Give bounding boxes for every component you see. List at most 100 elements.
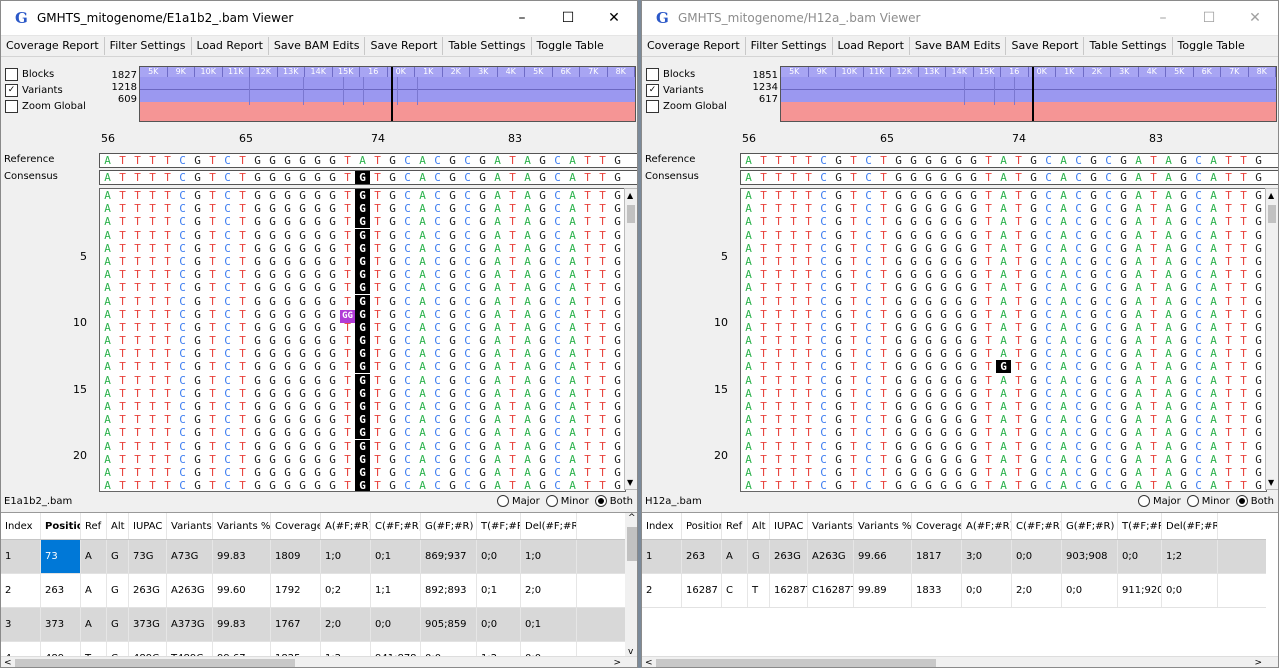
radio-both[interactable]: Both [594, 495, 633, 507]
radio-minor[interactable]: Minor [1186, 495, 1230, 507]
menu-save-report[interactable]: Save Report [365, 37, 444, 55]
scroll-thumb[interactable] [656, 659, 936, 667]
variants-checkbox[interactable]: ✓ Variants [5, 82, 95, 98]
scroll-thumb[interactable] [1268, 205, 1276, 223]
coverage-position-cursor[interactable] [391, 67, 394, 121]
table-cell[interactable]: 903;908 [1062, 540, 1118, 573]
title-bar[interactable]: G GMHTS_mitogenome/H12a_.bam Viewer – ☐ … [642, 1, 1278, 36]
table-cell[interactable]: 1 [642, 540, 682, 573]
table-row[interactable]: 4489TC489CT489C99.6718251;2941;8780;01;2… [1, 642, 625, 657]
table-cell[interactable]: A263G [808, 540, 854, 573]
column-header[interactable]: IUPAC [770, 513, 808, 539]
table-cell[interactable]: 0;0 [371, 608, 421, 641]
close-button[interactable]: ✕ [1232, 1, 1278, 35]
read-row[interactable]: ATTTTCGTCTGGGGGGTATGCACGCGATAGCATTG [741, 321, 1266, 334]
read-row[interactable]: ATTTTCGTCTGGGGGGTGTGCACGCGATAGCATTG [100, 360, 625, 374]
table-cell[interactable]: 905;859 [421, 608, 477, 641]
menu-save-bam-edits[interactable]: Save BAM Edits [269, 37, 366, 55]
table-cell[interactable]: 263G [770, 540, 808, 573]
column-header[interactable]: Variants % [854, 513, 912, 539]
menu-filter-settings[interactable]: Filter Settings [746, 37, 833, 55]
table-cell[interactable]: 0;0 [477, 608, 521, 641]
zoom-global-checkbox[interactable]: Zoom Global [646, 98, 736, 114]
column-header[interactable]: Position [682, 513, 722, 539]
menu-table-settings[interactable]: Table Settings [1084, 37, 1173, 55]
coverage-position-cursor[interactable] [1032, 67, 1035, 121]
column-header[interactable]: T(#F;#R) [477, 513, 521, 539]
table-horizontal-scrollbar[interactable]: < > [1, 656, 637, 667]
read-row[interactable]: ATTTTCGTCTGGGGGGTATGCACGCGATAGCATTG [741, 400, 1266, 413]
read-row[interactable]: ATTTTCGTCTGGGGGGTATGCACGCGATAGCATTG [741, 374, 1266, 387]
table-cell[interactable]: A [81, 540, 107, 573]
table-cell[interactable]: 73 [41, 540, 81, 573]
read-row[interactable]: ATTTTCGTCTGGGGGGTATGCACGCGATAGCATTG [741, 268, 1266, 281]
table-cell[interactable]: 263 [682, 540, 722, 573]
read-row[interactable]: ATTTTCGTCTGGGGGGTGTGCACGCGATAGCATTG [100, 241, 625, 255]
table-cell[interactable]: 1767 [271, 608, 321, 641]
read-row[interactable]: ATTTTCGTCTGGGGGGTATGCACGCGATAGCATTG [741, 242, 1266, 255]
scroll-thumb[interactable] [15, 659, 295, 667]
menu-coverage-report[interactable]: Coverage Report [642, 37, 746, 55]
read-row[interactable]: ATTTTCGTCTGGGGGGTGTGCACGCGATAGCATTG [100, 189, 625, 202]
table-cell[interactable]: 3;0 [962, 540, 1012, 573]
read-row[interactable]: ATTTTCGTCTGGGGGGTGTGCACGCGATAGCATTG [100, 228, 625, 242]
table-cell[interactable]: A [81, 574, 107, 607]
table-cell[interactable]: 373 [41, 608, 81, 641]
read-row[interactable]: ATTTTCGTCTGGGGGGTGTGCACGCGATAGCATTG [100, 268, 625, 282]
close-button[interactable]: ✕ [591, 1, 637, 35]
column-header[interactable]: Alt [107, 513, 129, 539]
table-cell[interactable]: 1;2 [1162, 540, 1218, 573]
table-cell[interactable]: T [81, 642, 107, 657]
read-alignment-panel[interactable]: ATTTTCGTCTGGGGGGTGTGCACGCGATAGCATTGATTTT… [99, 188, 626, 492]
read-row[interactable]: ATTTTCGTCTGGGGGGTGTGCACGCGATAGCATTG [100, 215, 625, 229]
table-cell[interactable]: 1833 [912, 574, 962, 607]
radio-major[interactable]: Major [497, 495, 540, 507]
column-header[interactable]: Alt [748, 513, 770, 539]
table-cell[interactable]: 263 [41, 574, 81, 607]
table-cell[interactable]: 2 [642, 574, 682, 607]
table-cell[interactable]: 2;0 [1012, 574, 1062, 607]
table-cell[interactable]: 373G [129, 608, 167, 641]
table-cell[interactable]: 911;920 [1118, 574, 1162, 607]
read-row[interactable]: ATTTTCGTCTGGGGGGTATGCACGCGATAGCATTG [741, 413, 1266, 426]
column-header[interactable]: Del(#F;#R) [1162, 513, 1218, 539]
table-cell[interactable]: 1809 [271, 540, 321, 573]
checkbox-box[interactable] [646, 99, 659, 113]
coverage-graph[interactable]: 5K 9K 10K 11K 12K 13K 14K 15K 16 0K 1K 2K 3K 4K 5K 6K 7K… [139, 66, 636, 122]
read-row[interactable]: ATTTTCGTCTGGGGGGTATGCACGCGATAGCATTG [741, 229, 1266, 242]
menu-save-bam-edits[interactable]: Save BAM Edits [910, 37, 1007, 55]
table-cell[interactable]: 489C [129, 642, 167, 657]
read-row[interactable]: ATTTTCGTCTGGGGGGTGTGCACGCGATAGCATTG [100, 400, 625, 413]
scroll-right-icon[interactable]: > [613, 657, 621, 667]
table-row[interactable]: 1 263 A G 263G A263G 99.66 1817 3;0 0;0 903;908 0;0… [642, 540, 1266, 574]
table-cell[interactable]: 263G [129, 574, 167, 607]
menu-filter-settings[interactable]: Filter Settings [105, 37, 192, 55]
radio-both[interactable]: Both [1235, 495, 1274, 507]
table-cell[interactable]: 0;0 [521, 642, 577, 657]
scroll-down-icon[interactable]: ▼ [1268, 478, 1274, 487]
read-row[interactable]: ATTTTCGTCTGGGGGGTGTGCACGCGATAGCATTG [100, 334, 625, 348]
table-cell[interactable]: 489 [41, 642, 81, 657]
scroll-left-icon[interactable]: < [4, 657, 12, 667]
consensus-sequence[interactable]: ATTTTCGTCTGGGGGGTGTGCACGCGATAGCATTG [99, 170, 637, 185]
column-header[interactable]: Ref [81, 513, 107, 539]
menu-load-report[interactable]: Load Report [833, 37, 910, 55]
read-row[interactable]: ATTTTCGTCTGGGGGGTGTGCACGCGATAGCATTG [100, 465, 625, 479]
read-row[interactable]: ATTTTCGTCTGGGGGGTGTGCACGCGATAGCATTG [100, 294, 625, 308]
read-row[interactable]: ATTTTCGTCTGGGGGGTGTGCACGCGATAGCATTG [100, 413, 625, 427]
read-row[interactable]: ATTTTCGTCTGGGGGGTATGCACGCGATAGCATTG [741, 440, 1266, 453]
table-vertical-scrollbar[interactable]: ^ v [625, 513, 637, 657]
table-cell[interactable]: 0;0 [1118, 540, 1162, 573]
checkbox-box[interactable] [5, 99, 18, 113]
table-cell[interactable]: A [81, 608, 107, 641]
column-header[interactable]: Coverage [912, 513, 962, 539]
table-cell[interactable]: A73G [167, 540, 213, 573]
table-cell[interactable]: 1;0 [521, 540, 577, 573]
read-row[interactable]: ATTTTCGTCTGGGGGGTATGCACGCGATAGCATTG [741, 308, 1266, 321]
column-header[interactable]: G(#F;#R) [1062, 513, 1118, 539]
read-row[interactable]: ATTTTCGTCTGGGGGGTATGCACGCGATAGCATTG [741, 426, 1266, 439]
table-cell[interactable]: C16287T [808, 574, 854, 607]
table-row[interactable]: 3 373 A G 373G A373G 99.83 1767 2;0 0;0 905;859 0;0… [1, 608, 625, 642]
table-cell[interactable]: 99.60 [213, 574, 271, 607]
reference-sequence[interactable]: ATTTTCGTCTGGGGGGTATGCACGCGATAGCATTG [740, 153, 1278, 168]
